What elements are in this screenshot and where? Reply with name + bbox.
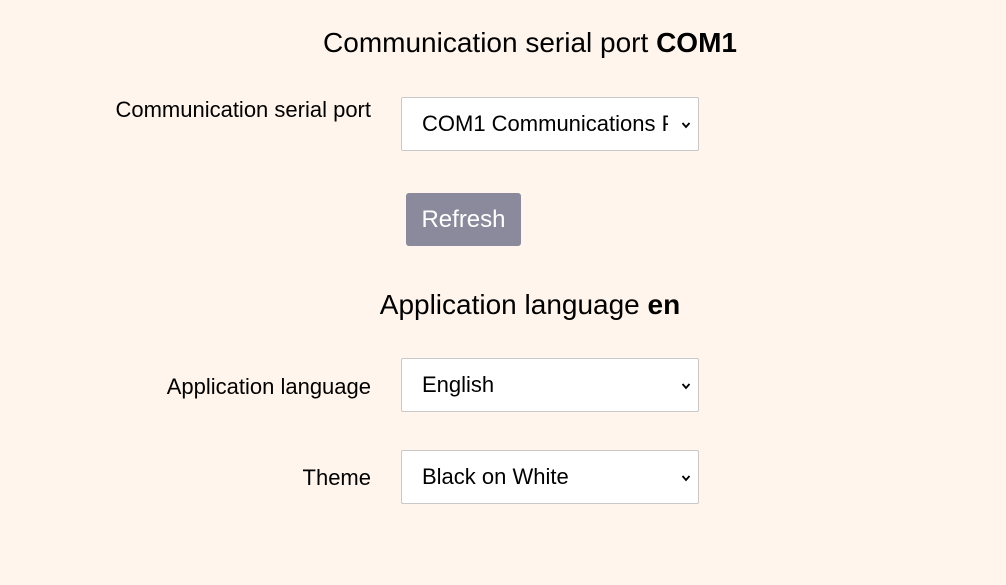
serial-port-current-value: COM1 (656, 27, 737, 58)
refresh-button[interactable]: Refresh (406, 193, 521, 246)
serial-port-heading-text: Communication serial port (323, 27, 657, 58)
chevron-down-icon (681, 122, 691, 129)
language-select-value: English (422, 372, 495, 397)
chevron-down-icon (681, 383, 691, 390)
language-current-value: en (647, 289, 681, 320)
theme-label: Theme (302, 465, 371, 490)
serial-port-select-value: COM1 Communications Port (422, 111, 668, 136)
serial-port-select[interactable]: COM1 Communications Port (401, 97, 699, 151)
theme-select-value: Black on White (422, 464, 569, 489)
theme-select[interactable]: Black on White (401, 450, 699, 504)
language-heading-text: Application language (379, 289, 648, 320)
language-heading: Application language en (0, 289, 1006, 321)
chevron-down-icon (681, 475, 691, 482)
language-select[interactable]: English (401, 358, 699, 412)
language-label: Application language (166, 374, 371, 399)
serial-port-label: Communication serial port (115, 97, 371, 122)
serial-port-heading: Communication serial port COM1 (0, 27, 1006, 59)
